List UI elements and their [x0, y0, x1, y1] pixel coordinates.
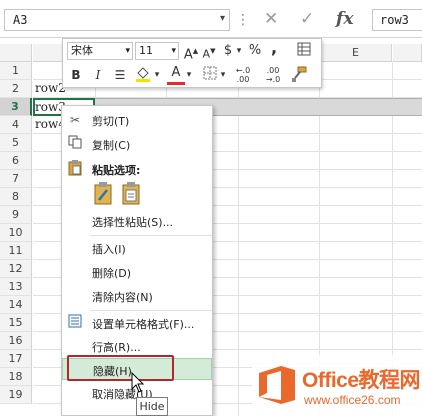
row-header-9[interactable]: 9 — [0, 206, 32, 224]
chevron-down-icon[interactable]: ▾ — [125, 43, 130, 59]
tooltip: Hide — [136, 397, 168, 416]
chevron-down-icon[interactable]: ▾ — [153, 66, 161, 84]
format-cells-icon — [66, 314, 84, 332]
menu-item-paste-options: 粘贴选项: — [62, 158, 212, 180]
column-header-e[interactable]: E — [320, 44, 392, 62]
office-logo-icon — [259, 366, 295, 404]
chevron-down-icon[interactable]: ▾ — [171, 43, 176, 59]
menu-divider — [90, 235, 212, 236]
cancel-icon[interactable]: ✕ — [264, 9, 278, 29]
select-all-corner[interactable] — [0, 44, 32, 62]
name-box-value: A3 — [13, 13, 28, 27]
paste-icon — [66, 160, 84, 178]
chevron-down-icon[interactable]: ▾ — [185, 66, 193, 84]
row-header-1[interactable]: 1 — [0, 62, 32, 80]
scissors-icon: ✂ — [69, 113, 81, 127]
chevron-down-icon[interactable]: ▾ — [220, 13, 225, 24]
menu-item-label: 选择性粘贴(S)... — [92, 216, 174, 229]
row-header-8[interactable]: 8 — [0, 188, 32, 206]
row-header-17[interactable]: 17 — [0, 350, 32, 368]
menu-item-cut[interactable]: ✂ 剪切(T) — [62, 109, 212, 131]
format-painter-icon[interactable] — [289, 65, 309, 88]
menu-item-copy[interactable]: 复制(C) — [62, 133, 212, 155]
menu-item-row-height[interactable]: 行高(R)... — [62, 335, 212, 357]
formula-value: row3 — [380, 13, 409, 27]
row-header-6[interactable]: 6 — [0, 152, 32, 170]
paste-values-icon[interactable] — [120, 182, 142, 208]
row-header-18[interactable]: 18 — [0, 368, 32, 386]
menu-item-format-cells[interactable]: 设置单元格格式(F)... — [62, 312, 212, 334]
percent-button[interactable]: % — [247, 42, 263, 60]
font-size-select[interactable]: 11 ▾ — [135, 42, 179, 60]
menu-item-label: 粘贴选项: — [92, 164, 141, 177]
font-name-select[interactable]: 宋体 ▾ — [67, 42, 133, 60]
shrink-font-label: A — [202, 47, 211, 61]
paste-option-icon[interactable] — [92, 182, 114, 208]
chevron-down-icon[interactable]: ▾ — [219, 66, 227, 84]
row-header-7[interactable]: 7 — [0, 170, 32, 188]
comma-style-button[interactable]: , — [267, 39, 281, 57]
enter-icon[interactable]: ✓ — [300, 9, 314, 29]
watermark: Office教程网 www.office26.com — [252, 355, 422, 416]
menu-item-label: 设置单元格格式(F)... — [92, 318, 195, 331]
font-color-button[interactable]: A — [167, 64, 185, 85]
menu-item-label: 清除内容(N) — [92, 291, 153, 304]
menu-item-insert[interactable]: 插入(I) — [62, 237, 212, 259]
menu-item-label: 复制(C) — [92, 139, 131, 152]
row-header-3[interactable]: 3 — [0, 98, 32, 116]
align-center-icon[interactable]: ☰ — [111, 66, 129, 84]
chevron-down-icon[interactable]: ▾ — [235, 42, 243, 60]
mini-toolbar: 宋体 ▾ 11 ▾ A▲ A▼ $ ▾ % , B I ☰ ▾ A ▾ ▾ ←.… — [62, 38, 322, 88]
currency-button[interactable]: $ — [221, 42, 235, 60]
menu-item-label: 插入(I) — [92, 243, 126, 256]
bold-button[interactable]: B — [67, 66, 85, 84]
row-header-12[interactable]: 12 — [0, 260, 32, 278]
borders-icon[interactable] — [201, 66, 219, 85]
mouse-pointer-icon — [131, 372, 145, 393]
font-name-value: 宋体 — [71, 44, 93, 57]
menu-divider — [90, 310, 212, 311]
row-header-4[interactable]: 4 — [0, 116, 32, 134]
shrink-font-button[interactable]: A▼ — [201, 42, 217, 64]
format-painter-table-icon[interactable] — [295, 42, 313, 61]
increase-decimal-button[interactable]: ←.0 .00 — [229, 66, 257, 84]
column-header-f[interactable] — [393, 44, 422, 62]
insert-function-icon[interactable]: fx — [336, 9, 353, 29]
menu-item-delete[interactable]: 删除(D) — [62, 261, 212, 283]
row-header-19[interactable]: 19 — [0, 386, 32, 404]
row-header-11[interactable]: 11 — [0, 242, 32, 260]
formula-input[interactable]: row3 — [372, 9, 422, 31]
grow-font-label: A — [183, 47, 193, 63]
font-size-value: 11 — [139, 44, 153, 57]
menu-item-label: 删除(D) — [92, 267, 132, 280]
copy-icon — [66, 135, 84, 153]
row-header-14[interactable]: 14 — [0, 296, 32, 314]
row-header-5[interactable]: 5 — [0, 134, 32, 152]
row-header-13[interactable]: 13 — [0, 278, 32, 296]
menu-item-label: 行高(R)... — [92, 341, 141, 354]
formula-buttons: ✕ ✓ fx — [258, 9, 368, 31]
decrease-decimal-button[interactable]: .00 →.0 — [259, 66, 287, 84]
formula-bar: A3 ▾ ⋮ ✕ ✓ fx row3 — [0, 0, 422, 38]
fill-color-icon[interactable] — [133, 64, 153, 87]
menu-item-clear-contents[interactable]: 清除内容(N) — [62, 285, 212, 307]
name-box[interactable]: A3 ▾ — [4, 9, 230, 31]
watermark-url: www.office26.com — [304, 393, 401, 407]
row-header-15[interactable]: 15 — [0, 314, 32, 332]
watermark-brand: Office教程网 — [302, 369, 421, 392]
italic-button[interactable]: I — [89, 66, 107, 84]
vertical-dots-icon: ⋮ — [236, 12, 250, 28]
menu-item-paste-special[interactable]: 选择性粘贴(S)... — [62, 210, 212, 232]
row-header-16[interactable]: 16 — [0, 332, 32, 350]
row-header-2[interactable]: 2 — [0, 80, 32, 98]
grow-font-button[interactable]: A▲ — [183, 42, 199, 64]
menu-item-label: 剪切(T) — [92, 115, 130, 128]
row-header-10[interactable]: 10 — [0, 224, 32, 242]
highlight-callout-box — [67, 355, 174, 381]
